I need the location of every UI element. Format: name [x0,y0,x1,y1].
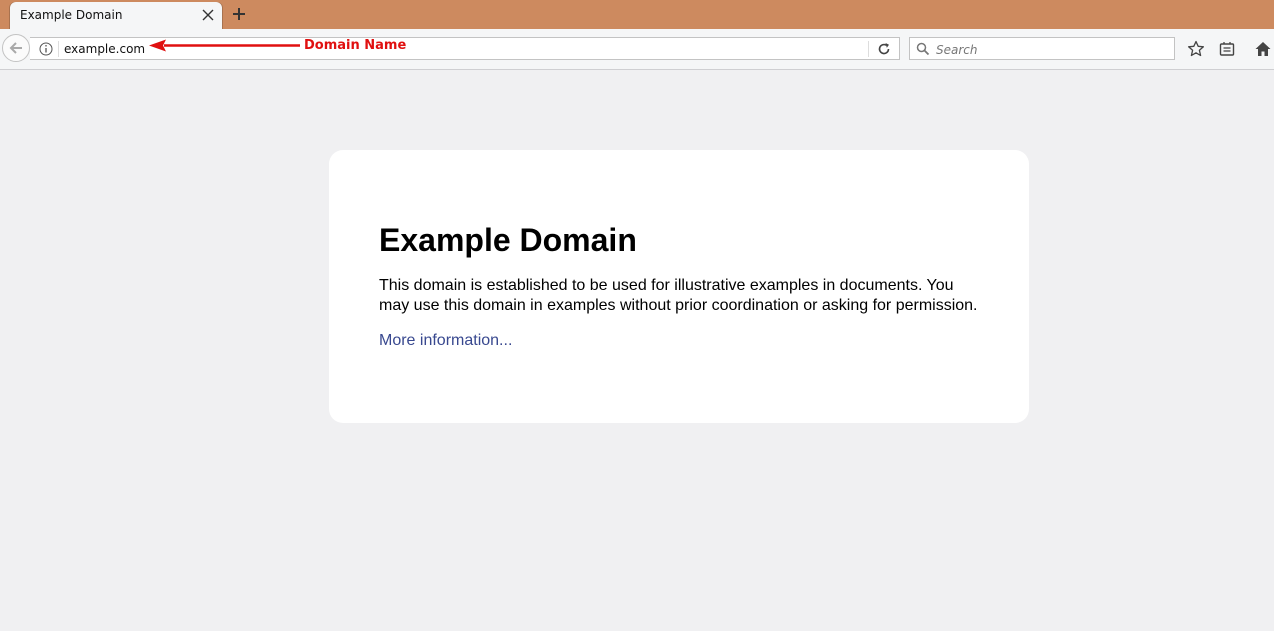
tab-title: Example Domain [20,8,123,22]
tab-strip: Example Domain [0,0,1274,29]
tab-example-domain[interactable]: Example Domain [10,2,222,29]
page-title: Example Domain [379,222,637,258]
annotation-arrow [149,39,300,52]
reload-icon[interactable] [877,42,891,56]
reload-separator [868,41,869,57]
page-description: This domain is established to be used fo… [379,277,978,314]
arrow-left-icon [9,42,22,54]
url-text[interactable]: example.com [64,42,145,56]
back-button[interactable] [2,34,30,62]
annotation-label: Domain Name [304,38,407,53]
content-card: Example Domain This domain is establishe… [329,150,1029,423]
search-input[interactable] [934,40,1168,59]
more-information-link[interactable]: More information... [379,332,512,350]
search-icon [916,42,930,56]
star-icon[interactable] [1187,40,1205,58]
home-icon[interactable] [1254,40,1272,58]
library-icon[interactable] [1218,40,1236,58]
plus-icon[interactable] [230,5,248,23]
close-icon[interactable] [200,7,216,23]
url-separator [58,41,59,57]
search-bar[interactable] [909,37,1175,60]
info-icon[interactable] [39,42,53,56]
